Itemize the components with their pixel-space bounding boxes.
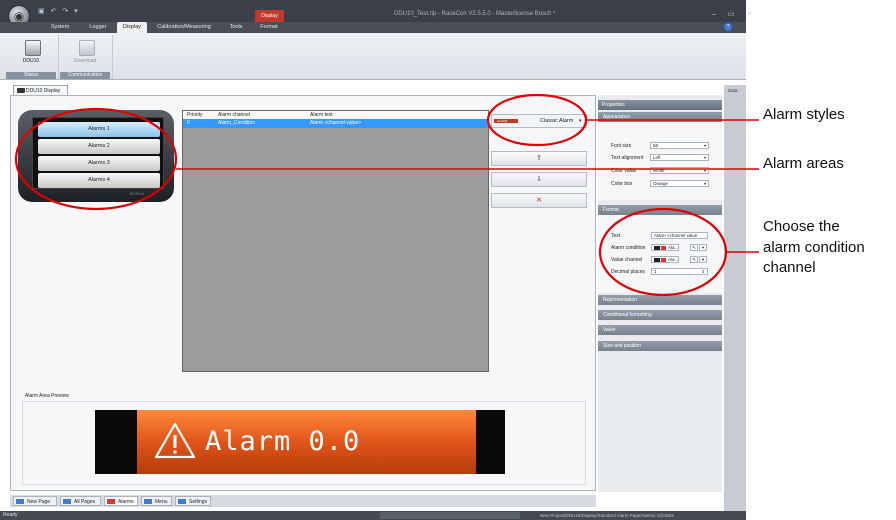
annotation-overlay	[14, 93, 759, 297]
callout-condition-line3: channel	[763, 259, 816, 276]
callout-condition-line1: Choose the	[763, 218, 840, 235]
callout-condition-line2: alarm condition	[763, 239, 865, 256]
alarm-styles-highlight	[486, 93, 588, 147]
alarm-areas-highlight	[14, 107, 178, 211]
callout-alarm-styles: Alarm styles	[763, 106, 845, 123]
condition-channel-highlight	[598, 207, 728, 297]
callout-alarm-areas: Alarm areas	[763, 155, 844, 172]
